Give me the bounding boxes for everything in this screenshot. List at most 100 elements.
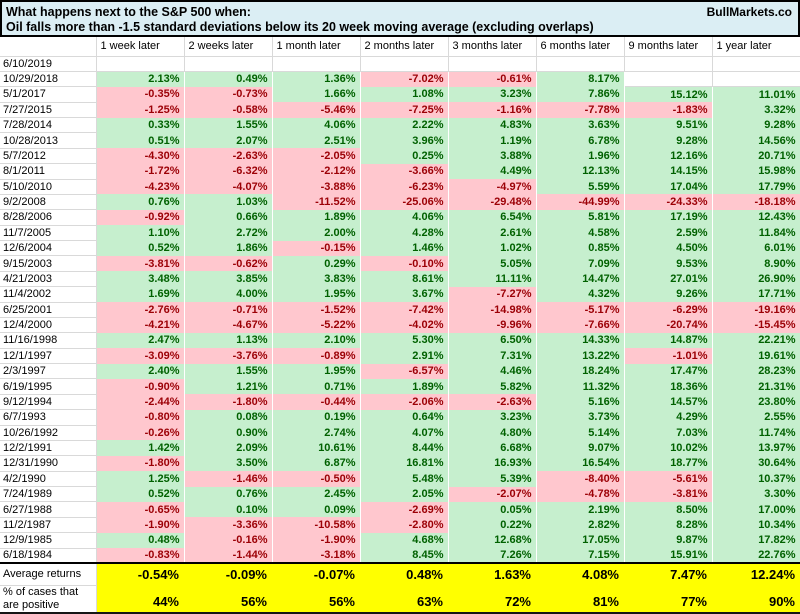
return-cell: -2.76% <box>96 302 185 318</box>
return-cell: -0.89% <box>272 348 361 364</box>
return-cell: -18.18% <box>712 194 800 210</box>
return-cell: 14.47% <box>536 271 625 287</box>
percent-positive-row-value: 81% <box>536 585 624 614</box>
return-cell: 2.13% <box>96 71 185 87</box>
date-cell: 5/7/2012 <box>0 148 97 165</box>
return-cell: -0.16% <box>184 532 273 548</box>
return-cell: 9.26% <box>624 286 713 302</box>
return-cell: -1.01% <box>624 348 713 364</box>
table-row: 5/1/2017 -0.35% -0.73% 1.66% 1.08% 3.23% 7.86%… <box>0 86 800 103</box>
return-cell: 3.67% <box>360 286 449 302</box>
return-cell: 0.29% <box>272 255 361 272</box>
return-cell <box>448 56 537 72</box>
return-cell: 10.37% <box>712 471 800 487</box>
return-cell: -20.74% <box>624 317 713 333</box>
return-cell: 7.15% <box>536 548 625 564</box>
return-cell: 18.77% <box>624 455 713 472</box>
return-cell: 2.22% <box>360 117 449 133</box>
return-cell: -1.16% <box>448 102 537 118</box>
return-cell: 17.79% <box>712 179 800 195</box>
return-cell: 1.86% <box>184 240 273 256</box>
return-cell: -9.96% <box>448 317 537 333</box>
return-cell <box>624 71 713 88</box>
return-cell: 3.96% <box>360 132 449 149</box>
table-row: 6/18/1984 -0.83% -1.44% -3.18% 8.45% 7.26% 7.1… <box>0 548 800 564</box>
date-cell: 10/26/1992 <box>0 425 97 441</box>
return-cell: -2.63% <box>184 148 273 164</box>
return-cell: -25.06% <box>360 194 449 210</box>
page-title: What happens next to the S&P 500 when: <box>6 4 251 19</box>
average-returns-row-value: -0.09% <box>184 563 272 586</box>
column-header: 1 month later <box>272 37 361 57</box>
return-cell: -4.30% <box>96 148 185 164</box>
return-cell: -6.29% <box>624 302 713 318</box>
return-cell: -0.44% <box>272 394 361 410</box>
return-cell: 9.07% <box>536 440 625 456</box>
return-cell: 0.33% <box>96 117 185 133</box>
return-cell: -1.52% <box>272 302 361 318</box>
return-cell: 3.32% <box>712 102 800 118</box>
return-cell: 14.57% <box>624 394 713 410</box>
table-row: 7/28/2014 0.33% 1.55% 4.06% 2.22% 4.83% 3.63% 9… <box>0 117 800 134</box>
return-cell: -0.71% <box>184 302 273 318</box>
return-cell: 0.09% <box>272 501 361 518</box>
return-cell: 3.63% <box>536 117 625 133</box>
return-cell: 18.24% <box>536 363 625 379</box>
return-cell: 13.97% <box>712 440 800 456</box>
return-cell: 1.46% <box>360 240 449 256</box>
return-cell: -1.44% <box>184 548 273 564</box>
date-cell: 9/2/2008 <box>0 194 97 211</box>
return-cell: -1.80% <box>96 455 185 472</box>
return-cell: 5.30% <box>360 332 449 349</box>
date-cell: 10/28/2013 <box>0 132 97 149</box>
return-cell: 4.28% <box>360 225 449 241</box>
return-cell: 3.23% <box>448 86 537 103</box>
return-cell: 5.14% <box>536 425 625 441</box>
return-cell: 4.83% <box>448 117 537 133</box>
return-cell: 8.61% <box>360 271 449 287</box>
return-cell: 2.61% <box>448 225 537 241</box>
date-cell: 12/6/2004 <box>0 240 97 257</box>
return-cell: -8.40% <box>536 471 625 487</box>
return-cell: 16.81% <box>360 455 449 472</box>
return-cell: -1.46% <box>184 471 273 487</box>
return-cell: 0.22% <box>448 517 537 533</box>
return-cell: 23.80% <box>712 394 800 410</box>
table-row: 11/16/1998 2.47% 1.13% 2.10% 5.30% 6.50% 14.33… <box>0 332 800 349</box>
return-cell: 0.49% <box>184 71 273 87</box>
return-cell: -4.97% <box>448 179 537 195</box>
table-row: 2/3/1997 2.40% 1.55% 1.95% -6.57% 4.46% 18.24%… <box>0 363 800 380</box>
return-cell: -2.44% <box>96 394 185 410</box>
return-cell: 5.59% <box>536 179 625 195</box>
return-cell: -3.88% <box>272 179 361 195</box>
return-cell: -1.83% <box>624 102 713 118</box>
return-cell: 9.51% <box>624 117 713 133</box>
return-cell: 3.48% <box>96 271 185 287</box>
return-cell: -0.73% <box>184 86 273 103</box>
return-cell: 4.32% <box>536 286 625 302</box>
return-cell: 7.26% <box>448 548 537 564</box>
table-row: 7/24/1989 0.52% 0.76% 2.45% 2.05% -2.07% -4.78… <box>0 486 800 503</box>
column-header: 9 months later <box>624 37 713 57</box>
average-returns-row-value: 12.24% <box>712 563 800 586</box>
return-cell: -2.63% <box>448 394 537 410</box>
return-cell: -29.48% <box>448 194 537 210</box>
return-cell: 5.16% <box>536 394 625 410</box>
return-cell: 4.29% <box>624 409 713 425</box>
return-cell: 1.89% <box>272 209 361 226</box>
return-cell: 1.55% <box>184 117 273 133</box>
date-cell: 6/10/2019 <box>0 56 97 72</box>
return-cell: 2.59% <box>624 225 713 241</box>
return-cell: 5.39% <box>448 471 537 487</box>
return-cell: 2.05% <box>360 486 449 502</box>
return-cell: -3.76% <box>184 348 273 364</box>
return-cell: 3.73% <box>536 409 625 425</box>
return-cell: 11.01% <box>712 86 800 103</box>
return-cell: 1.89% <box>360 378 449 395</box>
return-cell: -2.05% <box>272 148 361 164</box>
table-row: 8/28/2006 -0.92% 0.66% 1.89% 4.06% 6.54% 5.81%… <box>0 209 800 226</box>
return-cell: 2.45% <box>272 486 361 502</box>
return-cell: 0.10% <box>184 501 273 518</box>
return-cell: 15.98% <box>712 163 800 179</box>
return-cell: 11.11% <box>448 271 537 287</box>
